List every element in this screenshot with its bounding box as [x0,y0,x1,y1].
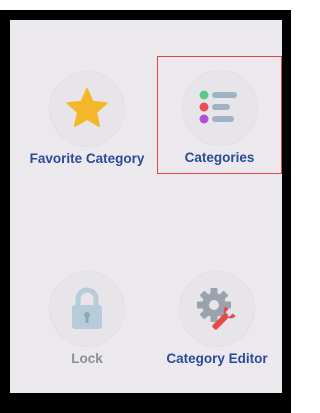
categories-icon-circle [182,71,257,145]
editor-icon-circle [180,272,254,346]
home-screen: Favorite Category Categories Lock Catego… [10,20,282,393]
lock-icon-circle [50,272,124,346]
favorite-category-tile[interactable]: Favorite Category [22,58,152,178]
star-icon [66,88,108,127]
categories-label: Categories [184,150,255,165]
category-editor-tile[interactable]: Category Editor [152,258,282,378]
device-frame: Favorite Category Categories Lock Catego… [0,10,291,413]
gear-wrench-icon [197,288,236,330]
category-editor-label: Category Editor [166,351,268,366]
favorite-icon-circle [50,72,124,146]
lock-icon [72,287,102,329]
favorite-category-label: Favorite Category [29,151,145,166]
categories-tile[interactable]: Categories [157,56,282,174]
category-list-icon [199,90,237,124]
lock-label: Lock [71,351,103,366]
lock-tile[interactable]: Lock [22,258,152,378]
